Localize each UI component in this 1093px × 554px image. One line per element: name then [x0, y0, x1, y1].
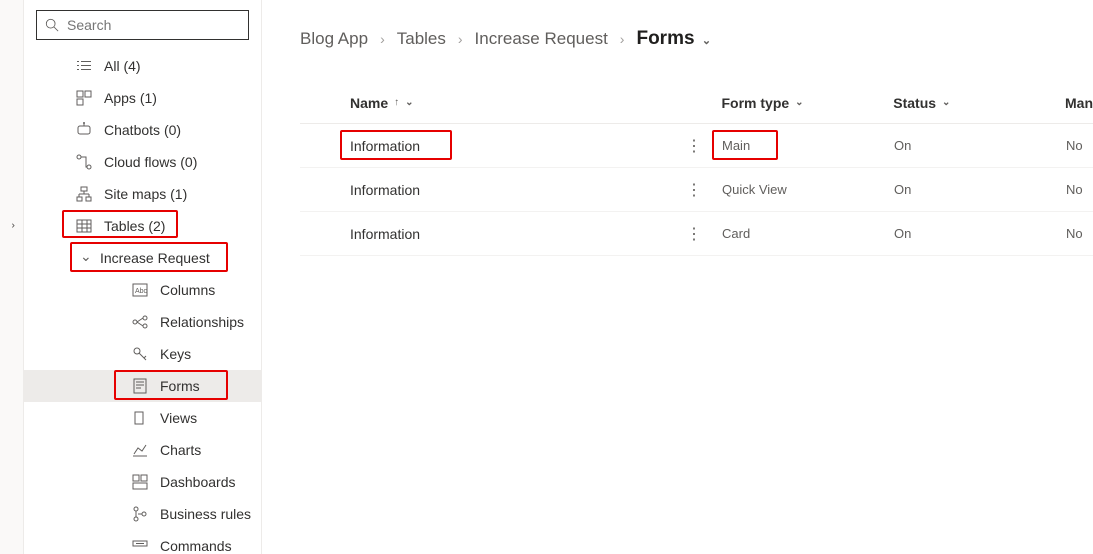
sidebar-item-chatbots[interactable]: Chatbots (0): [24, 114, 261, 146]
sidebar-item-label: Business rules: [160, 506, 251, 522]
sidebar-item-columns[interactable]: Abc Columns: [24, 274, 261, 306]
sitemap-icon: [76, 186, 92, 202]
sidebar: All (4) Apps (1) Chatbots (0) Cloud flow…: [24, 0, 262, 554]
cell-name[interactable]: Information: [350, 182, 722, 198]
sidebar-item-charts[interactable]: Charts: [24, 434, 261, 466]
cell-name[interactable]: Information: [350, 226, 722, 242]
sidebar-item-views[interactable]: Views: [24, 402, 261, 434]
chevron-down-icon: ⌄: [942, 97, 950, 108]
breadcrumb-separator: ›: [458, 31, 463, 47]
main-content: Blog App › Tables › Increase Request › F…: [262, 0, 1093, 554]
chevron-down-icon: ⌄: [702, 35, 711, 47]
cell-status: On: [894, 138, 1066, 153]
cell-managed: No: [1066, 138, 1093, 153]
sidebar-item-label: Commands: [160, 538, 232, 554]
breadcrumb-current[interactable]: Forms ⌄: [636, 28, 711, 50]
row-more-icon[interactable]: ⋮: [686, 224, 701, 244]
breadcrumb-app[interactable]: Blog App: [300, 29, 368, 49]
sidebar-item-label: Keys: [160, 346, 191, 362]
sidebar-item-keys[interactable]: Keys: [24, 338, 261, 370]
views-icon: [132, 410, 148, 426]
table-row[interactable]: Information ⋮ Card On No: [300, 212, 1093, 256]
column-header-name[interactable]: Name ↑ ⌄: [350, 95, 721, 111]
sidebar-item-label: Columns: [160, 282, 215, 298]
dashboard-icon: [132, 474, 148, 490]
table-header: Name ↑ ⌄ Form type ⌄ Status ⌄ Man: [300, 82, 1093, 124]
commands-icon: [132, 538, 148, 554]
cell-formtype: Card: [722, 226, 894, 241]
columns-icon: Abc: [132, 282, 148, 298]
table-row[interactable]: Information ⋮ Main On No: [300, 124, 1093, 168]
sidebar-item-label: Cloud flows (0): [104, 154, 197, 170]
breadcrumb-tables[interactable]: Tables: [397, 29, 446, 49]
column-header-status[interactable]: Status ⌄: [893, 95, 1065, 111]
sidebar-item-cloudflows[interactable]: Cloud flows (0): [24, 146, 261, 178]
sidebar-item-label: Chatbots (0): [104, 122, 181, 138]
row-more-icon[interactable]: ⋮: [686, 136, 701, 156]
relationships-icon: [132, 314, 148, 330]
sidebar-item-increase-request[interactable]: Increase Request: [24, 242, 261, 274]
cell-managed: No: [1066, 226, 1093, 241]
sidebar-item-label: Tables (2): [104, 218, 165, 234]
sidebar-item-label: Apps (1): [104, 90, 157, 106]
sidebar-item-label: Forms: [160, 378, 200, 394]
chevron-down-icon: ⌄: [795, 97, 803, 108]
table-icon: [76, 218, 92, 234]
cell-status: On: [894, 182, 1066, 197]
sidebar-item-label: Relationships: [160, 314, 244, 330]
sidebar-item-label: Dashboards: [160, 474, 236, 490]
list-icon: [76, 58, 92, 74]
sidebar-item-sitemaps[interactable]: Site maps (1): [24, 178, 261, 210]
search-input[interactable]: [67, 17, 240, 33]
breadcrumb-entity[interactable]: Increase Request: [475, 29, 608, 49]
column-header-formtype[interactable]: Form type ⌄: [721, 95, 893, 111]
row-more-icon[interactable]: ⋮: [686, 180, 701, 200]
svg-text:Abc: Abc: [135, 288, 148, 295]
cell-name[interactable]: Information: [350, 138, 722, 154]
cell-managed: No: [1066, 182, 1093, 197]
sidebar-item-businessrules[interactable]: Business rules: [24, 498, 261, 530]
cell-formtype: Quick View: [722, 182, 894, 197]
sidebar-item-label: Views: [160, 410, 197, 426]
breadcrumb-separator: ›: [620, 31, 625, 47]
cell-formtype: Main: [722, 138, 894, 153]
sidebar-item-relationships[interactable]: Relationships: [24, 306, 261, 338]
chatbot-icon: [76, 122, 92, 138]
sidebar-item-label: Increase Request: [100, 250, 210, 266]
sidebar-item-label: All (4): [104, 58, 141, 74]
chart-icon: [132, 442, 148, 458]
key-icon: [132, 346, 148, 362]
search-icon: [45, 18, 59, 32]
sidebar-item-label: Charts: [160, 442, 201, 458]
column-header-managed[interactable]: Man: [1065, 95, 1093, 111]
flow-icon: [76, 154, 92, 170]
sidebar-item-dashboards[interactable]: Dashboards: [24, 466, 261, 498]
chevron-down-icon: ⌄: [405, 97, 413, 108]
breadcrumb: Blog App › Tables › Increase Request › F…: [300, 28, 1093, 50]
sidebar-item-label: Site maps (1): [104, 186, 187, 202]
table-row[interactable]: Information ⋮ Quick View On No: [300, 168, 1093, 212]
rules-icon: [132, 506, 148, 522]
form-icon: [132, 378, 148, 394]
cell-status: On: [894, 226, 1066, 241]
sidebar-item-all[interactable]: All (4): [24, 50, 261, 82]
breadcrumb-separator: ›: [380, 31, 385, 47]
sidebar-item-commands[interactable]: Commands: [24, 530, 261, 554]
search-box[interactable]: [36, 10, 249, 40]
collapsed-rail: ⌄: [0, 0, 24, 554]
sidebar-item-apps[interactable]: Apps (1): [24, 82, 261, 114]
sidebar-item-tables[interactable]: Tables (2): [24, 210, 261, 242]
sort-asc-icon: ↑: [394, 97, 399, 108]
apps-icon: [76, 90, 92, 106]
sidebar-item-forms[interactable]: Forms: [24, 370, 261, 402]
expand-caret-icon[interactable]: ⌄: [7, 221, 18, 229]
